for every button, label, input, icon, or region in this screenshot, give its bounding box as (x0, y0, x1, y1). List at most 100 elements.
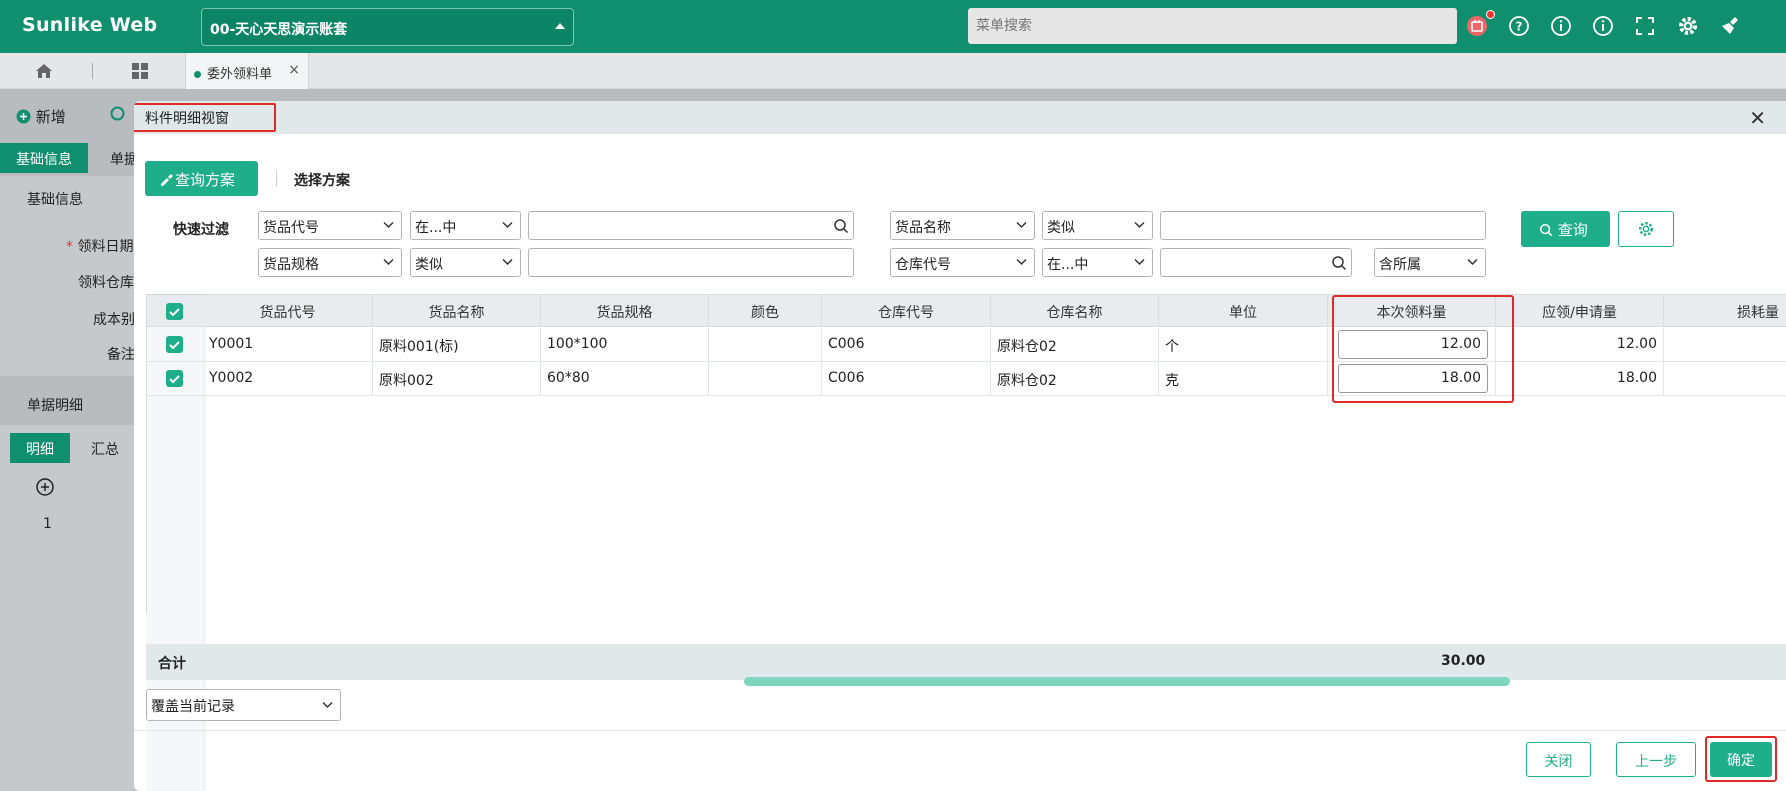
col-wh-name[interactable]: 仓库名称 (991, 295, 1159, 326)
bg-tab-detail[interactable]: 明细 (10, 433, 70, 463)
query-scheme-button[interactable]: 查询方案 (145, 161, 258, 196)
tab-divider (92, 63, 93, 79)
account-selector[interactable]: 00-天心天思演示账套 (201, 8, 574, 46)
search-icon[interactable] (833, 218, 849, 234)
mode-select-value: 覆盖当前记录 (151, 699, 235, 715)
table-row[interactable]: Y0002 原料002 60*80 C006 原料仓02 克 18.00 18.… (147, 362, 1786, 396)
close-tab-icon[interactable]: × (288, 62, 300, 78)
scope-select[interactable]: 含所属 (1374, 248, 1486, 277)
bg-field-cost: 成本别 (93, 312, 135, 328)
top-bar: Sunlike Web 00-天心天思演示账套 ? (0, 0, 1786, 53)
search-button[interactable]: 查询 (1521, 211, 1610, 247)
cell-req-qty: 18.00 (1496, 362, 1664, 396)
filter-op-select-2[interactable]: 类似 (1042, 211, 1153, 240)
home-icon[interactable] (34, 61, 54, 85)
footer-divider (134, 730, 1786, 731)
cell-loss (1664, 328, 1786, 362)
col-unit[interactable]: 单位 (1159, 295, 1328, 326)
new-button[interactable]: 新增 (16, 106, 66, 127)
select-scheme-label[interactable]: 选择方案 (294, 170, 350, 190)
bg-add-row-icon[interactable] (36, 478, 54, 500)
settings-icon[interactable] (1675, 13, 1701, 39)
chevron-down-icon (1134, 258, 1145, 266)
gear-icon (1639, 222, 1653, 236)
chevron-down-icon (502, 221, 513, 229)
filter-value-input-4[interactable] (1160, 248, 1352, 277)
cell-color (709, 362, 822, 396)
filter-value-input[interactable] (528, 211, 854, 240)
active-dot-icon (194, 71, 201, 78)
bg-detail-panel (0, 425, 134, 791)
cell-color (709, 328, 822, 362)
filter-field-select-3[interactable]: 货品规格 (258, 248, 402, 277)
tab-label: 委外领料单 (207, 67, 273, 82)
filter-op-select-3[interactable]: 类似 (410, 248, 521, 277)
sum-label: 合计 (158, 656, 186, 672)
filter-value-input-3[interactable] (528, 248, 854, 277)
col-req-qty[interactable]: 应领/申请量 (1496, 295, 1664, 326)
filter-value-input-2[interactable] (1160, 211, 1486, 240)
info-icon[interactable] (1548, 13, 1574, 39)
cell-wh-name: 原料仓02 (991, 328, 1159, 362)
cell-wh-code: C006 (822, 362, 991, 396)
bg-tab-basic[interactable]: 基础信息 (0, 143, 88, 173)
sum-row: 合计 30.00 (146, 644, 1786, 680)
filter-field-select[interactable]: 货品代号 (258, 211, 402, 240)
filter-op-select-4[interactable]: 在...中 (1042, 248, 1153, 277)
cell-spec: 100*100 (541, 328, 709, 362)
table-row[interactable]: Y0001 原料001(标) 100*100 C006 原料仓02 个 12.0… (147, 328, 1786, 362)
chevron-down-icon (1016, 221, 1027, 229)
table-header: 货品代号 货品名称 货品规格 颜色 仓库代号 仓库名称 单位 本次领料量 应领/… (147, 295, 1786, 327)
col-loss[interactable]: 损耗量 (1664, 295, 1786, 326)
bg-field-date: * 领料日期 (66, 239, 134, 255)
tab-bar: 委外领料单 × (0, 53, 1786, 89)
col-name[interactable]: 货品名称 (373, 295, 541, 326)
chevron-down-icon (383, 221, 394, 229)
cell-code: Y0001 (203, 328, 373, 362)
filter-field-select-4[interactable]: 仓库代号 (890, 248, 1035, 277)
brush-icon (161, 174, 173, 186)
bg-tab-summary[interactable]: 汇总 (75, 433, 135, 463)
filter-op-select[interactable]: 在...中 (410, 211, 521, 240)
help-icon[interactable]: ? (1506, 13, 1532, 39)
row-checkbox[interactable] (166, 336, 183, 353)
row-checkbox[interactable] (166, 370, 183, 387)
about-icon[interactable] (1590, 13, 1616, 39)
menu-search-input[interactable] (968, 8, 1457, 44)
chevron-down-icon (383, 258, 394, 266)
chevron-down-icon (1134, 221, 1145, 229)
fullscreen-icon[interactable] (1632, 13, 1658, 39)
search-label: 查询 (1557, 221, 1588, 239)
cell-unit: 个 (1159, 328, 1328, 362)
horizontal-scrollbar[interactable] (744, 677, 1510, 686)
col-code[interactable]: 货品代号 (203, 295, 373, 326)
col-wh-code[interactable]: 仓库代号 (822, 295, 991, 326)
chevron-down-icon (1016, 258, 1027, 266)
cell-unit: 克 (1159, 362, 1328, 396)
brand-logo: Sunlike Web (22, 14, 158, 36)
bg-field-warehouse: 领料仓库 (78, 275, 134, 291)
cell-name: 原料002 (373, 362, 541, 396)
close-icon[interactable]: ✕ (1749, 106, 1766, 130)
tab-outsource-material[interactable]: 委外领料单 × (185, 53, 309, 89)
filter-settings-button[interactable] (1618, 211, 1674, 247)
filter-field-select-2[interactable]: 货品名称 (890, 211, 1035, 240)
search-icon[interactable] (1331, 255, 1347, 271)
chevron-down-icon (502, 258, 513, 266)
prev-step-button[interactable]: 上一步 (1616, 742, 1696, 777)
check-icon (169, 341, 180, 350)
mode-select[interactable]: 覆盖当前记录 (146, 689, 341, 721)
svg-text:?: ? (1516, 20, 1523, 34)
sum-qty: 30.00 (1441, 653, 1486, 669)
col-spec[interactable]: 货品规格 (541, 295, 709, 326)
bg-row-number: 1 (43, 516, 52, 532)
select-all-checkbox[interactable] (166, 303, 183, 320)
apps-grid-icon[interactable] (130, 61, 150, 85)
cell-spec: 60*80 (541, 362, 709, 396)
check-icon (169, 308, 180, 317)
clean-icon[interactable] (1718, 13, 1744, 39)
scheme-divider (276, 171, 277, 187)
close-button[interactable]: 关闭 (1526, 742, 1591, 777)
col-color[interactable]: 颜色 (709, 295, 822, 326)
confirm-highlight-box (1705, 736, 1777, 782)
